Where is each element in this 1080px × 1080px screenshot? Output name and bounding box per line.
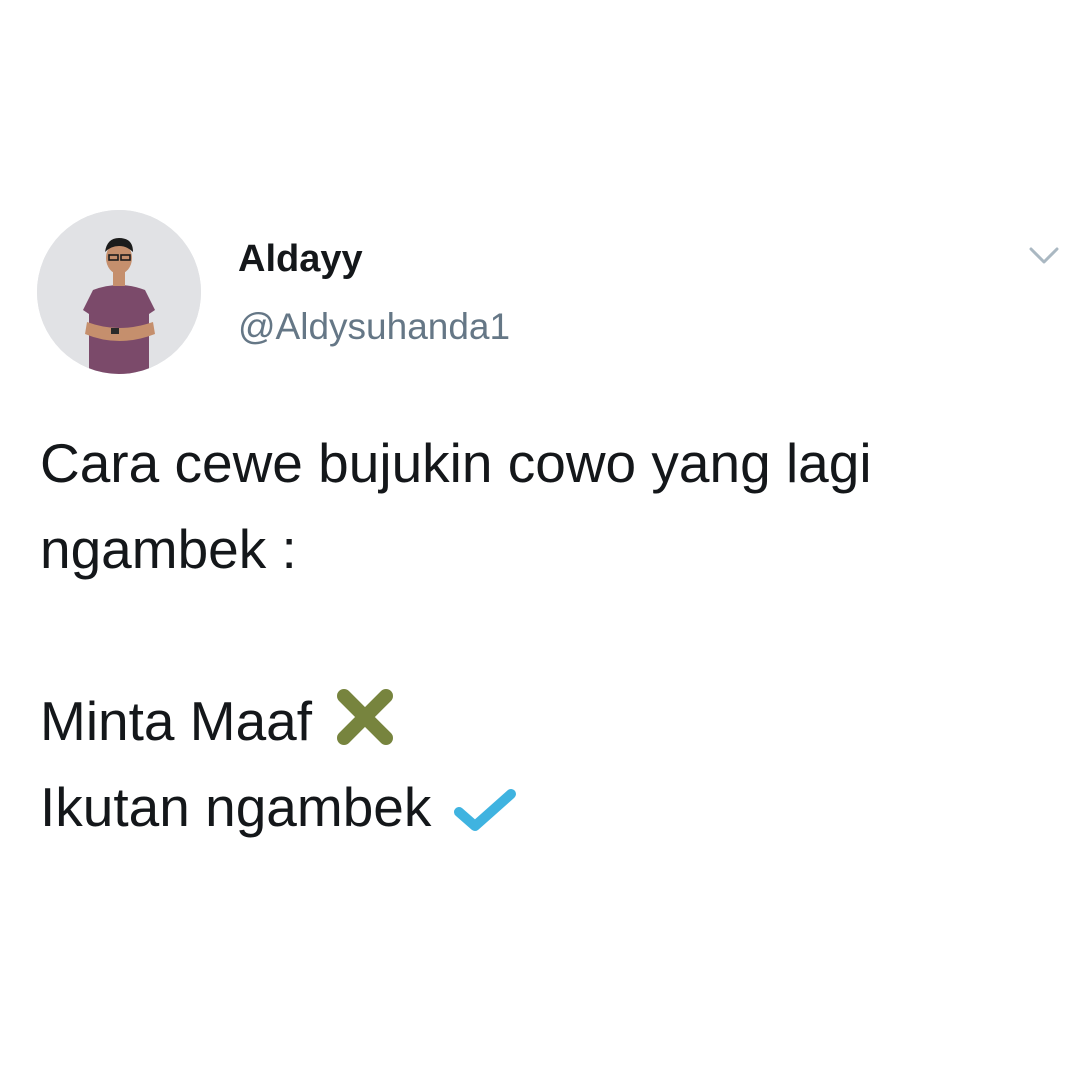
avatar[interactable] bbox=[37, 210, 201, 374]
cross-mark-icon bbox=[334, 688, 396, 746]
tweet-text: Cara cewe bujukin cowo yang lagi ngambek… bbox=[40, 420, 1060, 850]
tweet-card: Aldayy @Aldysuhanda1 Cara cewe bujukin c… bbox=[0, 0, 1080, 1080]
profile-photo bbox=[37, 210, 201, 374]
tweet-text-line-cross: Minta Maaf bbox=[40, 678, 1060, 764]
tweet-text-line-check: Ikutan ngambek bbox=[40, 764, 1060, 850]
tweet-text-line: Cara cewe bujukin cowo yang lagi bbox=[40, 432, 872, 494]
option-text: Minta Maaf bbox=[40, 690, 313, 752]
page: Aldayy @Aldysuhanda1 Cara cewe bujukin c… bbox=[0, 0, 1080, 1080]
check-mark-icon bbox=[453, 788, 517, 832]
option-text: Ikutan ngambek bbox=[40, 776, 432, 838]
user-handle[interactable]: @Aldysuhanda1 bbox=[238, 308, 510, 345]
display-name[interactable]: Aldayy bbox=[238, 240, 363, 278]
chevron-down-icon[interactable] bbox=[1025, 240, 1063, 270]
tweet-text-line: ngambek : bbox=[40, 518, 297, 580]
